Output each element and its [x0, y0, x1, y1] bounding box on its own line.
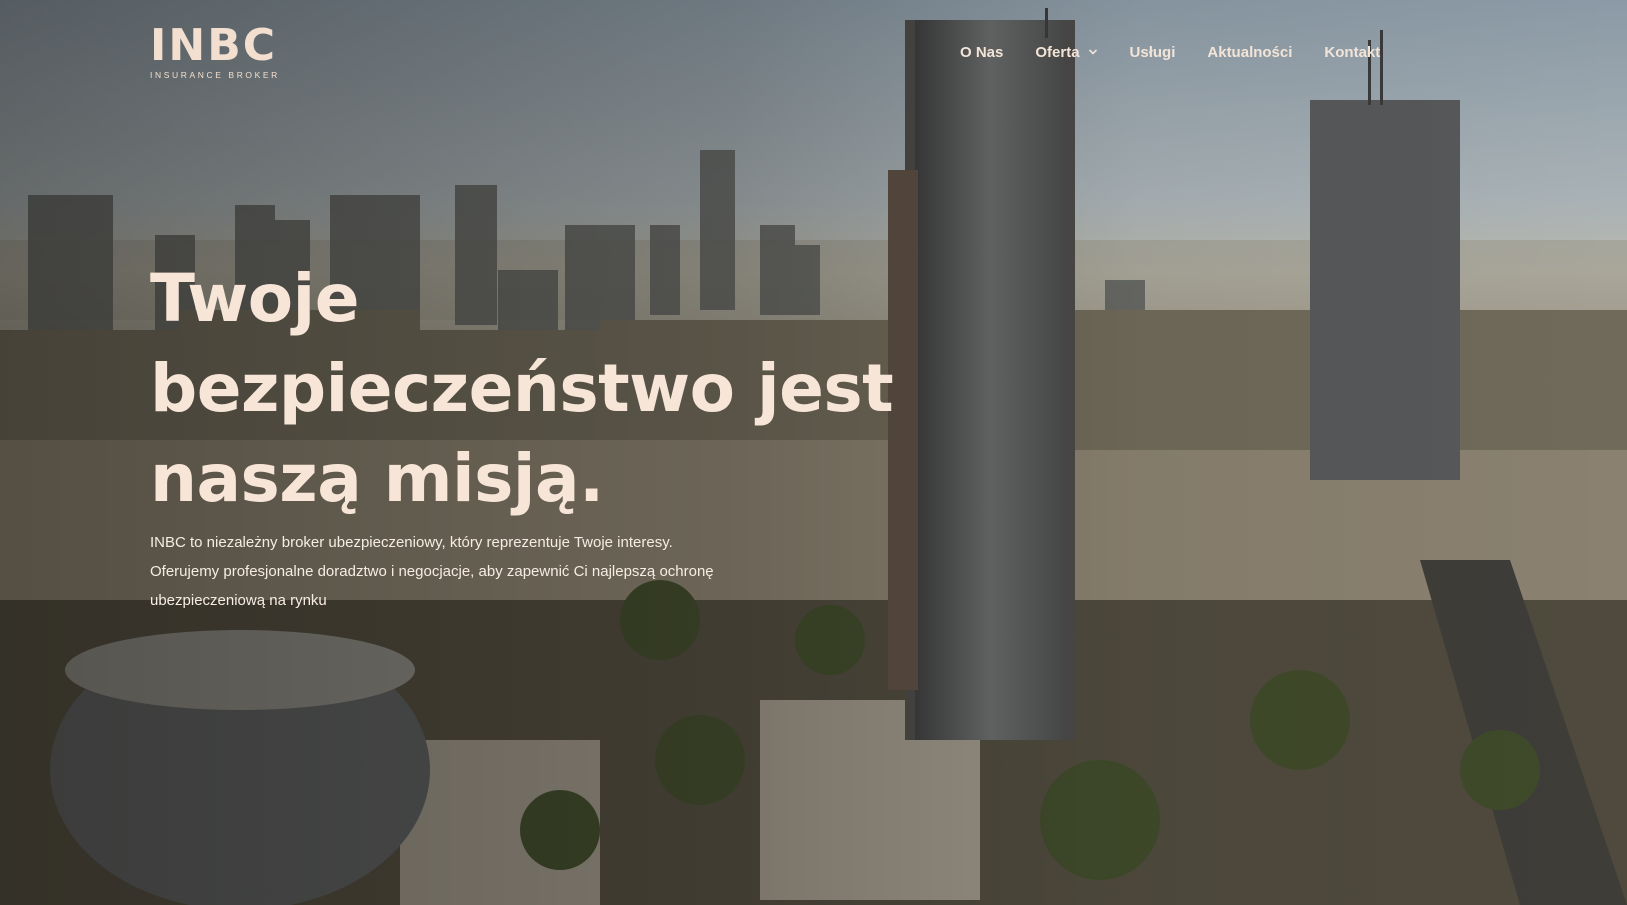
- chevron-down-icon: [1088, 49, 1097, 55]
- nav-item-label: O Nas: [960, 43, 1004, 61]
- nav-item-label: Aktualności: [1207, 43, 1293, 61]
- nav-item-label: Usługi: [1129, 43, 1176, 61]
- headline-line: Twoje: [150, 260, 359, 337]
- nav-item-label: Kontakt: [1324, 43, 1381, 61]
- nav-item-o-nas[interactable]: O Nas: [960, 40, 1003, 64]
- nav-item-aktualnosci[interactable]: Aktualności: [1207, 40, 1292, 64]
- nav-item-kontakt[interactable]: Kontakt: [1324, 40, 1380, 64]
- headline-line: bezpieczeństwo jest: [150, 350, 894, 427]
- description-line: INBC to niezależny broker ubezpieczeniow…: [150, 534, 673, 551]
- logo-tagline: INSURANCE BROKER: [150, 70, 280, 80]
- site-logo[interactable]: INBC INSURANCE BROKER: [150, 20, 310, 81]
- nav-item-oferta[interactable]: Oferta: [1035, 40, 1097, 64]
- description-line: ubezpieczeniową na rynku: [150, 592, 327, 609]
- logo-wordmark: INBC: [150, 20, 278, 71]
- main-nav: O Nas Oferta Usługi Aktualności Kontakt: [960, 40, 1412, 64]
- hero-description: INBC to niezależny broker ubezpieczeniow…: [150, 528, 850, 615]
- hero-headline: Twoje bezpieczeństwo jest naszą misją.: [150, 254, 950, 524]
- description-line: Oferujemy profesjonalne doradztwo i nego…: [150, 563, 714, 580]
- headline-line: naszą misją.: [150, 440, 604, 517]
- nav-item-label: Oferta: [1035, 43, 1080, 61]
- nav-item-uslugi[interactable]: Usługi: [1130, 40, 1176, 64]
